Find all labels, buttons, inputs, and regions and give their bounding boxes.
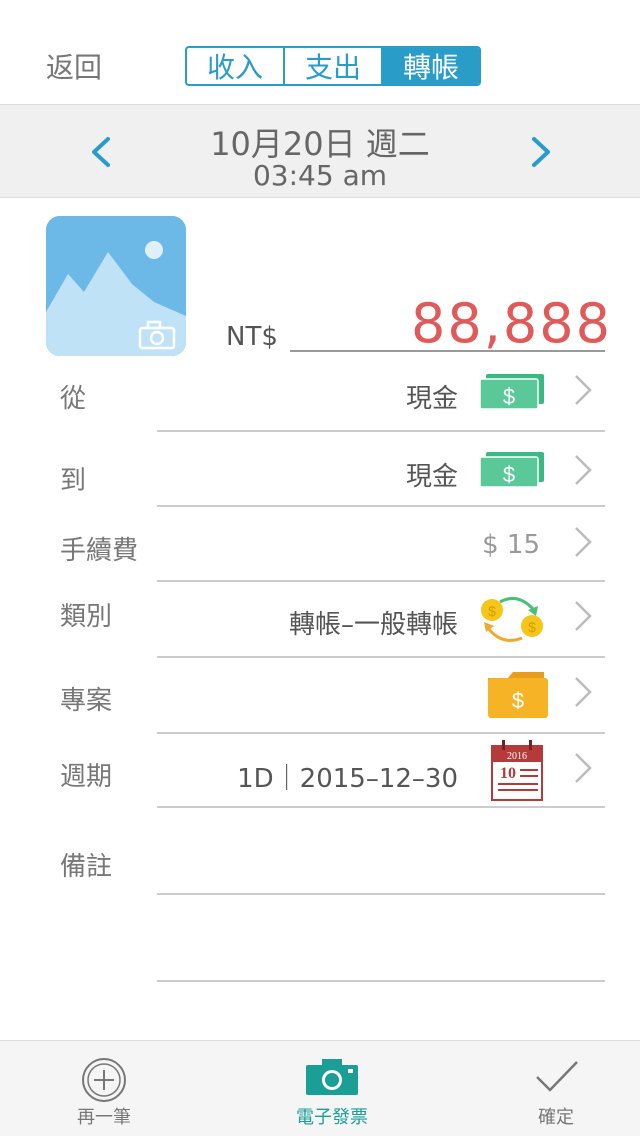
fee-label: 手續費 [60,536,139,566]
top-navigation-bar: 返回 收入 支出 轉帳 [0,0,640,104]
chevron-right-icon[interactable] [572,750,594,786]
tab-expense[interactable]: 支出 [285,48,383,84]
svg-text:$: $ [503,384,515,409]
svg-text:$: $ [512,688,524,713]
date-selector: 10月20日 週二 03:45 am [0,104,640,198]
image-placeholder-icon [46,216,186,356]
tab-income[interactable]: 收入 [187,48,285,84]
project-label: 專案 [60,686,113,716]
chevron-right-icon[interactable] [572,674,594,710]
chevron-right-icon[interactable] [572,598,594,634]
cash-icon: $ [480,452,544,488]
add-another-label: 再一筆 [77,1107,131,1128]
row-divider [157,430,605,432]
tab-transfer[interactable]: 轉帳 [383,48,479,84]
transfer-coins-icon: $ $ [481,596,543,642]
note-label: 備註 [60,852,113,882]
chevron-right-icon[interactable] [572,372,594,408]
svg-text:$: $ [488,603,496,619]
chevron-right-icon[interactable] [572,452,594,488]
to-account-value[interactable]: 現金 [406,456,458,493]
plus-circle-icon [82,1058,126,1102]
svg-text:$: $ [503,462,515,487]
amount-input[interactable]: 88,888 [411,292,612,355]
category-value[interactable]: 轉帳–一般轉帳 [289,604,458,641]
camera-icon [306,1059,358,1095]
row-divider [157,980,605,982]
bottom-toolbar: 再一筆 電子發票 確定 [0,1040,640,1136]
type-segmented-control: 收入 支出 轉帳 [185,46,481,86]
chevron-right-icon[interactable] [572,524,594,560]
category-label: 類別 [60,602,113,632]
e-invoice-label: 電子發票 [296,1107,368,1128]
e-invoice-button[interactable]: 電子發票 [252,1041,412,1136]
period-label: 週期 [60,762,113,792]
folder-dollar-icon: $ [488,672,548,718]
from-account-value[interactable]: 現金 [406,378,458,415]
back-button[interactable]: 返回 [46,46,102,86]
row-divider [157,505,605,507]
confirm-label: 確定 [538,1107,574,1128]
to-label: 到 [60,466,87,496]
from-label: 從 [60,384,87,414]
currency-label: NT$ [226,322,278,352]
calendar-year: 2016 [507,751,527,762]
row-divider [157,656,605,658]
row-divider [157,732,605,734]
calendar-icon: 2016 10 [491,740,543,801]
row-divider [157,806,605,808]
fee-value[interactable]: $ 15 [482,530,540,560]
period-value[interactable]: 1D｜2015–12–30 [237,758,458,795]
svg-text:$: $ [528,619,536,635]
checkmark-icon [536,1061,578,1092]
photo-picker[interactable] [46,216,186,356]
cash-icon: $ [480,374,544,410]
row-divider [157,893,605,895]
confirm-button[interactable]: 確定 [476,1041,636,1136]
calendar-day: 10 [500,765,516,782]
add-another-button[interactable]: 再一筆 [24,1041,184,1136]
row-divider [157,580,605,582]
chevron-right-icon[interactable] [526,135,556,169]
